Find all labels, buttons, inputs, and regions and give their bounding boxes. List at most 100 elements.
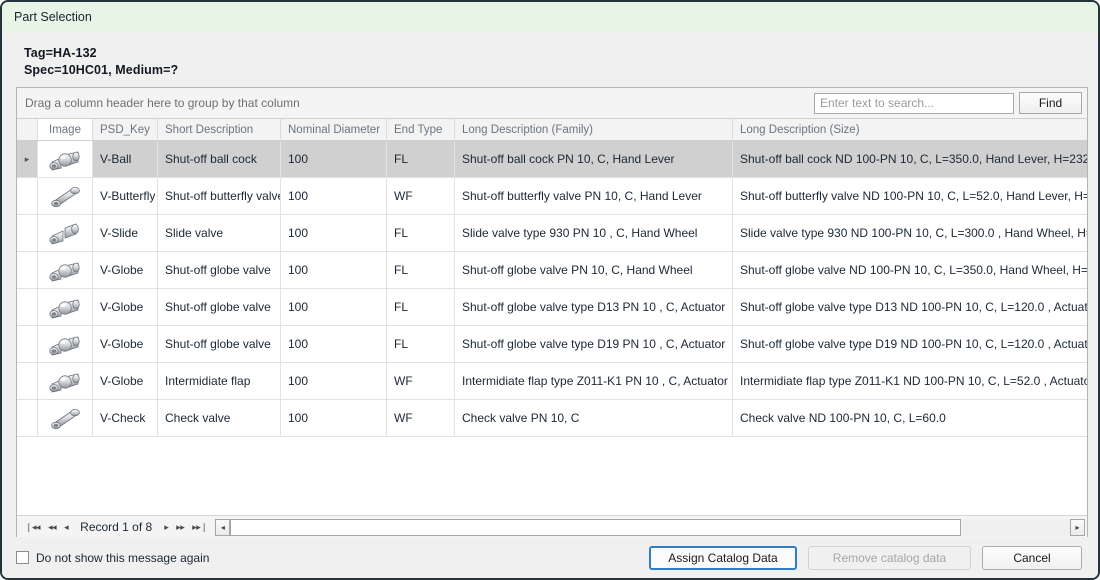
cell-long-description-size: Slide valve type 930 ND 100-PN 10, C, L=… bbox=[740, 226, 1087, 241]
nav-prev-page-button[interactable]: ◂◂ bbox=[44, 522, 60, 532]
cell-psd-key: V-Globe bbox=[93, 289, 158, 326]
table-row[interactable]: V-Globe Shut-off globe valve 100 FL Shut-off… bbox=[17, 326, 1087, 364]
dialog-titlebar: Part Selection bbox=[2, 2, 1098, 33]
cell-long-description-size: Intermidiate flap type Z011-K1 ND 100-PN… bbox=[740, 374, 1087, 389]
tag-line: Tag=HA-132 bbox=[24, 46, 97, 60]
row-indicator bbox=[17, 252, 38, 289]
cell-psd-key: V-Globe bbox=[93, 252, 158, 289]
do-not-show-label: Do not show this message again bbox=[36, 550, 210, 565]
table-row[interactable]: V-Globe Intermidiate flap 100 WF Intermidiat… bbox=[17, 363, 1087, 401]
cell-short-description: Shut-off globe valve bbox=[158, 326, 281, 363]
assign-catalog-data-button[interactable]: Assign Catalog Data bbox=[649, 545, 797, 570]
table-row[interactable]: V-Globe Shut-off globe valve 100 FL Shut-off… bbox=[17, 252, 1087, 290]
row-indicator bbox=[17, 326, 38, 363]
column-header-image[interactable]: Image bbox=[38, 119, 93, 141]
cell-end-type: FL bbox=[387, 252, 455, 289]
table-row[interactable]: V-Butterfly Shut-off butterfly valve 100 WF… bbox=[17, 178, 1087, 216]
row-indicator: ▸ bbox=[17, 141, 38, 178]
cell-short-description: Slide valve bbox=[158, 215, 281, 252]
cell-nominal-diameter: 100 bbox=[281, 400, 387, 437]
cell-long-description-family: Slide valve type 930 PN 10 , C, Hand Whe… bbox=[455, 215, 733, 252]
tag-spec-info: Tag=HA-132 Spec=10HC01, Medium=? bbox=[2, 33, 1098, 85]
table-row[interactable]: ▸ V-Ball Shut-off ball cock 100 FL Shut-off b… bbox=[17, 141, 1087, 179]
column-header-short-description[interactable]: Short Description bbox=[158, 119, 281, 141]
cell-psd-key: V-Ball bbox=[93, 141, 158, 178]
nav-next-button[interactable]: ▸ bbox=[160, 522, 172, 532]
dialog-footer: Do not show this message again Assign Ca… bbox=[2, 537, 1098, 578]
valve-slide-icon bbox=[38, 215, 93, 252]
table-row[interactable]: V-Globe Shut-off globe valve 100 FL Shut-off… bbox=[17, 289, 1087, 327]
scrollbar-track[interactable] bbox=[230, 518, 1070, 536]
column-header-indicator[interactable] bbox=[17, 119, 38, 141]
find-controls: Find bbox=[814, 92, 1082, 115]
table-row[interactable]: V-Slide Slide valve 100 FL Slide valve type … bbox=[17, 215, 1087, 253]
do-not-show-checkbox-wrap[interactable]: Do not show this message again bbox=[16, 551, 209, 565]
cell-nominal-diameter: 100 bbox=[281, 141, 387, 178]
row-indicator bbox=[17, 363, 38, 400]
grid-header-row: Image PSD_Key Short Description Nominal … bbox=[17, 119, 1088, 142]
scroll-left-arrow-icon[interactable]: ◂ bbox=[215, 518, 231, 536]
cell-short-description: Shut-off ball cock bbox=[158, 141, 281, 178]
nav-next-page-button[interactable]: ▸▸ bbox=[172, 522, 188, 532]
valve-globe-icon bbox=[38, 252, 93, 289]
valve-butterfly-icon bbox=[38, 178, 93, 215]
column-header-end-type[interactable]: End Type bbox=[387, 119, 455, 141]
nav-last-button[interactable]: ▸▸❘ bbox=[188, 522, 211, 532]
horizontal-scrollbar[interactable]: ◂ ▸ bbox=[215, 518, 1085, 536]
grid-empty-area bbox=[17, 437, 1087, 515]
search-input[interactable] bbox=[814, 92, 1014, 114]
group-panel-hint: Drag a column header here to group by th… bbox=[25, 96, 300, 111]
cell-long-description-family: Shut-off globe valve type D19 PN 10 , C,… bbox=[455, 326, 733, 363]
cell-nominal-diameter: 100 bbox=[281, 289, 387, 326]
cell-nominal-diameter: 100 bbox=[281, 215, 387, 252]
cell-short-description: Shut-off globe valve bbox=[158, 289, 281, 326]
column-header-nominal-diameter[interactable]: Nominal Diameter bbox=[281, 119, 387, 141]
cell-end-type: WF bbox=[387, 400, 455, 437]
nav-prev-button[interactable]: ◂ bbox=[60, 522, 72, 532]
cell-psd-key: V-Check bbox=[93, 400, 158, 437]
grid-navigator: ❘◂◂ ◂◂ ◂ Record 1 of 8 ▸ ▸▸ ▸▸❘ ◂ ▸ bbox=[17, 515, 1087, 538]
scroll-right-arrow-icon[interactable]: ▸ bbox=[1070, 518, 1085, 536]
cell-end-type: WF bbox=[387, 178, 455, 215]
find-button[interactable]: Find bbox=[1019, 92, 1082, 115]
cancel-button[interactable]: Cancel bbox=[982, 545, 1082, 570]
column-header-long-description-family[interactable]: Long Description (Family) bbox=[455, 119, 733, 141]
spec-line: Spec=10HC01, Medium=? bbox=[24, 63, 179, 77]
column-header-psd-key[interactable]: PSD_Key bbox=[93, 119, 158, 141]
valve-check-icon bbox=[38, 400, 93, 437]
cell-nominal-diameter: 100 bbox=[281, 178, 387, 215]
cell-end-type: FL bbox=[387, 215, 455, 252]
cell-psd-key: V-Globe bbox=[93, 363, 158, 400]
dialog-title: Part Selection bbox=[14, 10, 92, 24]
cell-nominal-diameter: 100 bbox=[281, 363, 387, 400]
row-indicator bbox=[17, 178, 38, 215]
cell-long-description-family: Shut-off globe valve type D13 PN 10 , C,… bbox=[455, 289, 733, 326]
cell-long-description-size: Shut-off globe valve type D19 ND 100-PN … bbox=[740, 337, 1087, 352]
cell-psd-key: V-Slide bbox=[93, 215, 158, 252]
grid-body: ▸ V-Ball Shut-off ball cock 100 FL Shut-off b… bbox=[17, 141, 1087, 515]
cell-long-description-family: Check valve PN 10, C bbox=[455, 400, 733, 437]
part-selection-dialog: Part Selection Tag=HA-132 Spec=10HC01, M… bbox=[0, 0, 1100, 580]
valve-globe-icon bbox=[38, 363, 93, 400]
cell-long-description-family: Intermidiate flap type Z011-K1 PN 10 , C… bbox=[455, 363, 733, 400]
do-not-show-checkbox[interactable] bbox=[16, 551, 29, 564]
valve-ball-icon bbox=[38, 141, 93, 178]
row-indicator bbox=[17, 215, 38, 252]
cell-short-description: Shut-off butterfly valve bbox=[158, 178, 281, 215]
cell-short-description: Shut-off globe valve bbox=[158, 252, 281, 289]
column-header-long-description-size[interactable]: Long Description (Size) bbox=[733, 119, 1088, 140]
cell-long-description-family: Shut-off globe valve PN 10, C, Hand Whee… bbox=[455, 252, 733, 289]
cell-psd-key: V-Butterfly bbox=[93, 178, 158, 215]
row-indicator bbox=[17, 289, 38, 326]
nav-first-button[interactable]: ❘◂◂ bbox=[21, 522, 44, 532]
scrollbar-thumb[interactable] bbox=[230, 518, 961, 536]
cell-nominal-diameter: 100 bbox=[281, 252, 387, 289]
parts-grid-panel: Drag a column header here to group by th… bbox=[16, 87, 1088, 539]
cell-end-type: FL bbox=[387, 326, 455, 363]
cell-long-description-size: Shut-off globe valve ND 100-PN 10, C, L=… bbox=[740, 263, 1087, 278]
group-panel[interactable]: Drag a column header here to group by th… bbox=[17, 88, 1087, 120]
table-row[interactable]: V-Check Check valve 100 WF Check valve PN 10… bbox=[17, 400, 1087, 438]
remove-catalog-data-button: Remove catalog data bbox=[808, 545, 971, 570]
cell-end-type: FL bbox=[387, 141, 455, 178]
cell-psd-key: V-Globe bbox=[93, 326, 158, 363]
